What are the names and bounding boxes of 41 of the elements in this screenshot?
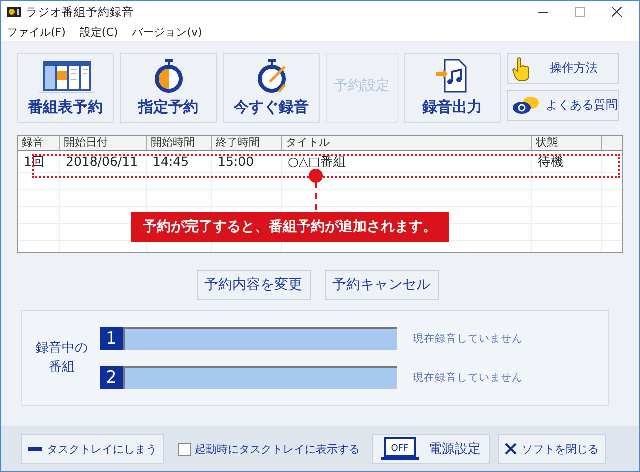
close-icon [505, 443, 517, 455]
recording-label: 録音中の番組 [34, 340, 89, 377]
minimize-icon [28, 447, 42, 451]
recording-status: 現在録音していません [412, 332, 523, 346]
close-icon[interactable] [612, 6, 623, 18]
toolbar-button[interactable]: 指定予約 [120, 53, 217, 123]
pointing-hand-icon [512, 56, 532, 80]
column-header[interactable]: 開始時間 [147, 136, 212, 150]
slot-number: 1 [100, 327, 123, 350]
help-button[interactable]: よくある質問 [507, 90, 619, 121]
menu-item[interactable]: 設定(C) [80, 24, 118, 40]
column-header[interactable]: 状態 [532, 136, 602, 150]
toolbar-button[interactable]: 録音出力 [404, 53, 501, 123]
question-answer-icon [512, 96, 542, 116]
callout-dot [309, 169, 323, 183]
power-button[interactable]: OFF 電源設定 [372, 434, 490, 464]
toolbar-button[interactable]: 今すぐ録音 [223, 53, 320, 123]
table-cell: 2018/06/11 [60, 151, 147, 172]
column-header[interactable]: 終了時間 [212, 136, 282, 150]
menu-item[interactable]: バージョン(v) [132, 24, 202, 40]
column-header[interactable]: 開始日付 [60, 136, 147, 150]
window-title: ラジオ番組予約録音 [26, 4, 134, 20]
table-cell: 15:00 [212, 151, 282, 172]
close-app-button[interactable]: ソフトを閉じる [498, 434, 606, 464]
checkbox-label[interactable]: 起動時にタスクトレイに表示する [195, 442, 360, 456]
recording-status: 現在録音していません [412, 370, 523, 384]
action-button[interactable]: 予約キャンセル [324, 270, 438, 300]
help-button[interactable]: 操作方法 [507, 53, 619, 84]
schedule-table-icon [36, 60, 94, 94]
radio-app-icon [7, 7, 21, 17]
column-header[interactable]: タイトル [282, 136, 532, 150]
callout-label: 予約が完了すると、番組予約が追加されます。 [131, 212, 449, 242]
tray-button[interactable]: タスクトレイにしまう [21, 434, 164, 464]
column-header[interactable]: 録音 [18, 136, 60, 150]
table-cell: 待機 [532, 151, 602, 172]
slot-number: 2 [100, 366, 123, 389]
toolbar-button[interactable]: 番組表予約 [17, 53, 114, 123]
action-button[interactable]: 予約内容を変更 [196, 270, 310, 300]
table-cell: 14:45 [147, 151, 212, 172]
checkbox[interactable] [178, 442, 191, 456]
menu-item[interactable]: ファイル(F) [7, 24, 66, 40]
